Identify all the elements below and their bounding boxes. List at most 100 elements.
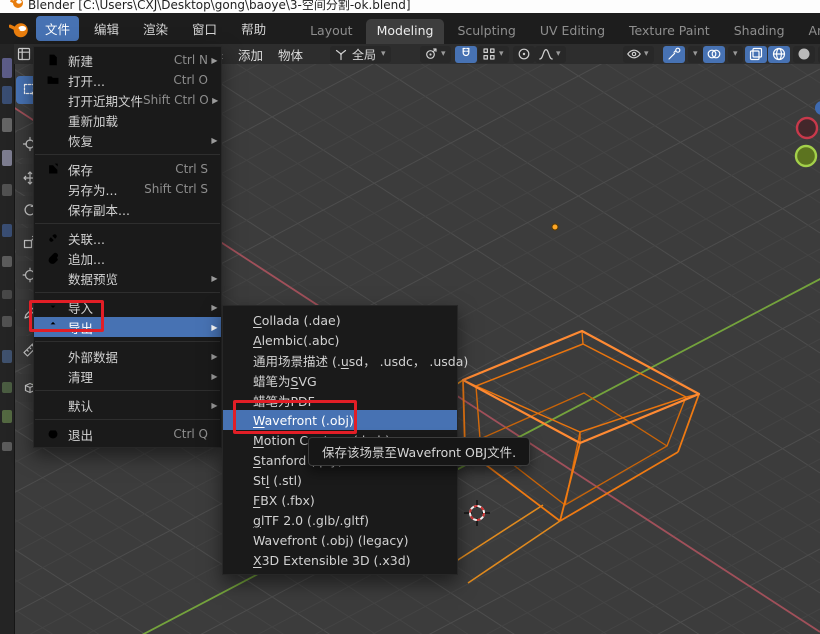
proportional-edit-toggle[interactable] [513,46,535,63]
gizmo-dropdown[interactable]: ▾ [688,46,703,63]
file-menu: 新建Ctrl N▶打开...Ctrl O打开近期文件Shift Ctrl O▶重… [33,46,222,448]
menu-item-shortcut: Ctrl S [175,162,208,176]
export-item-label: glTF 2.0 (.glb/.gltf) [253,513,369,528]
link-icon [46,231,60,245]
overlays-toggle[interactable] [703,46,725,63]
falloff-icon [538,46,554,62]
menu-item-label: 数据预览 [68,269,118,288]
file-menu-item-新建[interactable]: 新建Ctrl N▶ [34,50,221,70]
menu-item-label: 退出 [68,425,93,444]
orientation-icon [333,46,349,62]
xray-toggle[interactable] [745,46,767,63]
file-menu-item-打开近期文件[interactable]: 打开近期文件Shift Ctrl O▶ [34,90,221,110]
annotation-box-wavefront [233,400,357,434]
file-menu-item-追加[interactable]: 追加... [34,248,221,268]
menu-item-shortcut: Ctrl Q [173,427,208,441]
folder-icon [46,73,60,87]
file-menu-item-打开[interactable]: 打开...Ctrl O [34,70,221,90]
shading-solid-button[interactable] [793,46,815,63]
export-item-fbx-fbx[interactable]: FBX (.fbx) [223,490,457,510]
menu-separator [35,292,220,293]
gizmo-toggle[interactable] [663,46,685,63]
menubar-item-编辑[interactable]: 编辑 [85,16,128,41]
gizmo-icon [666,46,682,62]
power-icon [46,427,60,441]
file-menu-item-清理[interactable]: 清理▶ [34,366,221,386]
tool-menu-添加[interactable]: 添加 [238,45,263,64]
workspace-tab-layout[interactable]: Layout [299,19,364,44]
prop-circle-icon [516,46,532,62]
export-item-svg[interactable]: 蜡笔为SVG [223,370,457,390]
file-menu-item-默认[interactable]: 默认▶ [34,395,221,415]
left-edge-fragment [2,118,12,132]
file-menu-item-保存[interactable]: 保存Ctrl S [34,159,221,179]
export-item-alembic-abc[interactable]: Alembic(.abc) [223,330,457,350]
export-item-label: 通用场景描述 (.usd， .usdc， .usda) [253,351,468,370]
file-menu-item-数据预览[interactable]: 数据预览▶ [34,268,221,288]
gizmo-widget: ▾ [663,46,706,62]
topbar: 文件编辑渲染窗口帮助 LayoutModelingSculptingUV Edi… [0,13,820,44]
append-icon [46,251,60,265]
file-menu-item-恢复[interactable]: 恢复▶ [34,130,221,150]
magnet-icon [458,46,474,62]
eye-icon [626,46,642,62]
pivot-point-dropdown[interactable]: ▾ [420,46,451,63]
workspace-tab-sculpting[interactable]: Sculpting [446,19,526,44]
editor-type-button[interactable] [16,46,32,62]
export-item-usd-usdc-usda[interactable]: 通用场景描述 (.usd， .usdc， .usda) [223,350,457,370]
menu-item-label: 外部数据 [68,347,118,366]
file-new-icon [46,53,60,67]
file-menu-item-保存副本[interactable]: 保存副本... [34,199,221,219]
snap-toggle[interactable] [455,46,477,63]
left-edge-fragment [2,58,12,78]
workspace-tab-animation[interactable]: Animation [798,19,820,44]
export-item-x3d-extensible-3d-x3d[interactable]: X3D Extensible 3D (.x3d) [223,550,457,570]
export-item-wavefront-obj-legacy[interactable]: Wavefront (.obj) (legacy) [223,530,457,550]
left-edge-fragment [2,150,12,166]
workspace-tab-shading[interactable]: Shading [723,19,796,44]
shading-widget [768,46,820,62]
left-edge-fragment [2,290,12,299]
export-item-collada-dae[interactable]: Collada (.dae) [223,310,457,330]
submenu-arrow-icon: ▶ [208,401,221,410]
transform-orientation-dropdown[interactable]: 全局▾ [330,46,391,63]
submenu-arrow-icon: ▶ [208,372,221,381]
tool-menu-物体[interactable]: 物体 [278,45,303,64]
export-item-label: Alembic(.abc) [253,333,339,348]
export-item-label: 蜡笔为SVG [253,371,317,390]
gizmo-y-axis-ball [796,146,816,166]
blender-logo-icon [9,19,29,39]
file-menu-item-重新加载[interactable]: 重新加载 [34,110,221,130]
menubar-item-渲染[interactable]: 渲染 [134,16,177,41]
workspace-tabs: LayoutModelingSculptingUV EditingTexture… [299,19,820,44]
menubar-item-文件[interactable]: 文件 [36,16,79,41]
view-object-types-dropdown[interactable]: ▾ [623,46,654,63]
menu-item-label: 保存副本... [68,200,130,219]
tooltip: 保存该场景至Wavefront OBJ文件. [308,437,530,466]
falloff-dropdown[interactable]: ▾ [535,46,566,63]
menu-separator [35,223,220,224]
export-item-stl-stl[interactable]: Stl (.stl) [223,470,457,490]
menu-item-label: 恢复 [68,131,93,150]
file-menu-item-外部数据[interactable]: 外部数据▶ [34,346,221,366]
snap-with-dropdown[interactable]: ▾ [478,46,509,63]
file-menu-item-另存为[interactable]: 另存为...Shift Ctrl S [34,179,221,199]
file-menu-item-关联[interactable]: 关联... [34,228,221,248]
overlays-dropdown[interactable]: ▾ [728,46,743,63]
menubar-item-窗口[interactable]: 窗口 [183,16,226,41]
editor-3d-icon [16,46,32,62]
workspace-tab-uv-editing[interactable]: UV Editing [529,19,616,44]
object-origin-dot [552,224,558,230]
snap-grid-icon [481,46,497,62]
shading-wireframe-button[interactable] [768,46,790,63]
menu-item-label: 另存为... [68,180,117,199]
cursor-3d [464,500,490,526]
menubar-item-帮助[interactable]: 帮助 [232,16,275,41]
workspace-tab-texture-paint[interactable]: Texture Paint [618,19,721,44]
workspace-tab-modeling[interactable]: Modeling [366,19,445,44]
export-item-gltf-2-0-glb-gltf[interactable]: glTF 2.0 (.glb/.gltf) [223,510,457,530]
file-menu-item-退出[interactable]: 退出 Ctrl Q [34,424,221,444]
left-edge-fragment [2,442,12,451]
orientation-widget: 全局▾ [330,46,394,62]
left-edge-fragment [2,382,12,393]
